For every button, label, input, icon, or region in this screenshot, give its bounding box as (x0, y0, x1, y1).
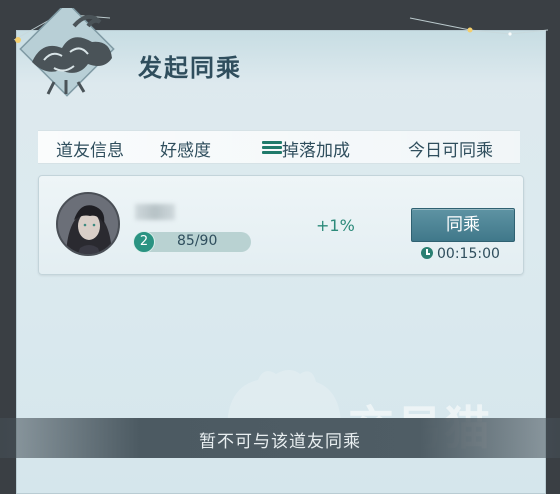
favorability-value: 85/90 (177, 233, 218, 249)
cloud-emblem-icon (19, 8, 115, 97)
column-friend-info: 道友信息 (56, 141, 124, 161)
footer-message: 暂不可与该道友同乘 (199, 432, 361, 452)
friend-name-redacted (135, 204, 175, 220)
footer-banner: 暂不可与该道友同乘 (0, 418, 560, 458)
ride-together-button[interactable]: 同乘 (411, 208, 515, 242)
favorability-level-badge: 2 (133, 231, 155, 253)
character-portrait-icon (58, 194, 118, 254)
table-header: 道友信息 好感度 掉落加成 今日可同乘 (38, 130, 520, 164)
clock-icon (421, 247, 433, 259)
friend-row[interactable]: 2 85/90 +1% 同乘 00:15:00 (38, 175, 524, 275)
timer-text: 00:15:00 (437, 246, 500, 262)
column-drop-bonus: 掉落加成 (282, 141, 350, 161)
drop-bonus-value: +1% (316, 216, 355, 235)
dialog-title: 发起同乘 (138, 53, 242, 82)
sort-list-icon[interactable] (262, 141, 282, 155)
avatar[interactable] (56, 192, 120, 256)
column-favorability[interactable]: 好感度 (160, 136, 211, 161)
column-today-ride: 今日可同乘 (408, 141, 493, 161)
ride-timer: 00:15:00 (421, 246, 500, 262)
